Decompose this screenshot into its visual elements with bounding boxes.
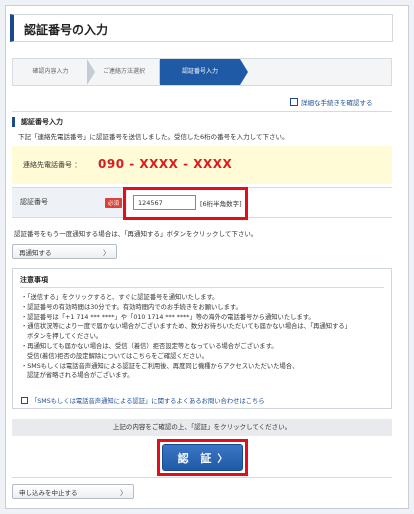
detail-procedure-link[interactable]: 詳細な手続きを確認する	[290, 97, 373, 107]
divider	[12, 477, 392, 478]
list-item: ・認証番号は「+1 714 *** ****」や「010 1714 *** **…	[21, 313, 315, 321]
resend-description: 認証番号をもう一度通知する場合は、「再通知する」ボタンをクリックして下さい。	[14, 230, 258, 238]
cancel-button-label: 申し込みを中止する	[19, 488, 78, 497]
document-icon	[21, 397, 28, 404]
code-label-cell: 認証番号 必須	[12, 188, 127, 217]
list-item: 受信(着信)拒否の設定解除についてはこちらをご確認ください。	[27, 352, 208, 360]
authenticate-button[interactable]: 認 証〉	[162, 444, 243, 471]
page-title: 認証番号の入力	[24, 23, 109, 37]
resend-button-label: 再通知する	[19, 248, 52, 257]
document-icon	[290, 98, 298, 106]
list-item: ・「送信する」をクリックすると、すぐに認証番号を通知いたします。	[21, 294, 219, 301]
step-chevron-active	[240, 59, 248, 85]
divider	[20, 287, 384, 288]
chevron-right-icon: 〉	[217, 453, 228, 465]
detail-link-label: 詳細な手続きを確認する	[301, 99, 373, 107]
notice-list: ・「送信する」をクリックすると、すぐに認証番号を通知いたします。 ・認証番号の有…	[21, 293, 385, 381]
authenticate-button-label: 認 証	[177, 451, 216, 465]
code-format-hint: [6桁半角数字]	[200, 200, 242, 208]
list-item: ボタンを押してください。	[27, 333, 103, 341]
section-heading: 認証番号入力	[12, 117, 63, 127]
notice-heading: 注意事項	[20, 276, 48, 284]
list-item: ・通信状況等により一度で届かない場合がございますため、数分お待ちいただいても届か…	[21, 323, 351, 331]
cancel-application-button[interactable]: 申し込みを中止する 〉	[12, 484, 134, 499]
chevron-right-icon: 〉	[103, 249, 110, 257]
step-input: 確認内容入力	[32, 68, 69, 75]
faq-link-label: 「SMSもしくは電話音声通知による認証」に関するよくあるお問い合わせはこちら	[31, 398, 265, 405]
chevron-right-icon: 〉	[120, 489, 127, 497]
section-description: 下記「連絡先電話番号」に認証番号を送信しました。受信した6桁の番号を入力して下さ…	[18, 133, 289, 141]
divider	[12, 111, 392, 112]
progress-steps: 確認内容入力 ご連絡方法選択 認証番号入力	[12, 58, 392, 86]
required-badge: 必須	[105, 198, 123, 208]
phone-label: 連絡先電話番号 ：	[23, 161, 82, 169]
phone-number: 090 - XXXX - XXXX	[98, 157, 233, 171]
list-item: 認証が省略される場合がございます。	[27, 372, 134, 380]
phone-number-box: 連絡先電話番号 ： 090 - XXXX - XXXX	[12, 146, 392, 184]
confirm-instruction: 上記の内容をご確認の上、「認証」をクリックしてください。	[12, 419, 392, 436]
faq-link[interactable]: 「SMSもしくは電話音声通知による認証」に関するよくあるお問い合わせはこちら	[21, 396, 265, 405]
list-item: ・再通知しても届かない場合は、受信（着信）拒否設定等となっている場合がございます…	[21, 342, 278, 350]
code-label: 認証番号	[20, 198, 48, 206]
list-item: ・認証番号の有効時間は30分です。有効時間内でのお手続きをお願いします。	[21, 303, 242, 311]
list-item: ・SMSもしくは電話音声通知による認証をご利用後、再度同じ機種からアクセスいただ…	[21, 362, 299, 370]
page-title-bar: 認証番号の入力	[10, 14, 393, 42]
notice-box: 注意事項 ・「送信する」をクリックすると、すぐに認証番号を通知いたします。 ・認…	[12, 268, 392, 409]
step-contact-method: ご連絡方法選択	[102, 68, 145, 75]
verification-code-input[interactable]	[133, 195, 196, 210]
step-code-entry-active: 認証番号入力	[160, 59, 240, 85]
resend-button[interactable]: 再通知する 〉	[12, 244, 117, 259]
